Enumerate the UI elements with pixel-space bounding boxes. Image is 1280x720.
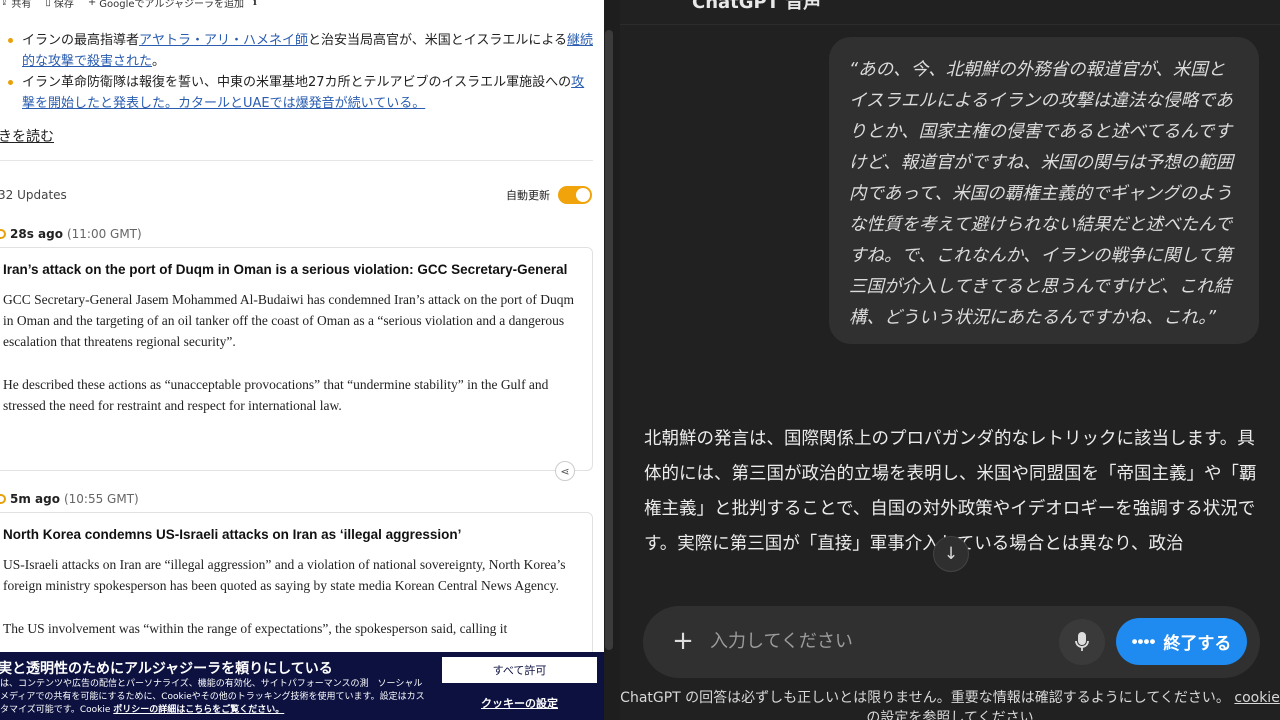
share-post-button[interactable]: ⋖ xyxy=(555,461,575,481)
cookie-title: 実と透明性のためにアルジャジーラを頼りにしている xyxy=(0,661,333,677)
save-action[interactable]: ▯ 保存 xyxy=(45,0,74,10)
composer: + •••• 終了する xyxy=(643,606,1260,678)
cookie-body: は、コンテンツや広告の配信とパーソナライズ、機能の有効化、サイトパフォーマンスの… xyxy=(0,678,430,717)
share-action[interactable]: ⇪ 共有 xyxy=(0,0,31,10)
microphone-icon xyxy=(1075,632,1089,651)
add-attachment-button[interactable]: + xyxy=(667,625,699,657)
disclaimer-text: ChatGPT の回答は必ずしも正しいとは限りません。重要な情報は確認するように… xyxy=(620,690,1230,706)
end-voice-label: 終了する xyxy=(1163,634,1232,653)
auto-update-toggle[interactable] xyxy=(558,186,592,204)
save-label: 保存 xyxy=(53,0,74,10)
add-google-label: Googleでアルジャジーラを追加 xyxy=(99,0,244,10)
message-input[interactable] xyxy=(710,626,1040,656)
post-paragraph: GCC Secretary-General Jasem Mohammed Al-… xyxy=(3,292,574,349)
post-paragraph: He described these actions as “unaccepta… xyxy=(3,377,549,413)
post-paragraph: US-Israeli attacks on Iran are “illegal … xyxy=(3,557,566,593)
post-paragraph: The US involvement was “within the range… xyxy=(3,621,508,636)
post-timestamp: 5m ago (10:55 GMT) xyxy=(0,492,139,506)
post-title[interactable]: Iran’s attack on the port of Duqm in Oma… xyxy=(3,262,582,277)
chat-title: ChatGPT 音声 xyxy=(692,0,822,13)
chat-pane: ChatGPT 音声 “あの、今、北朝鮮の外務省の報道官が、米国とイスラエルによ… xyxy=(620,0,1280,720)
add-google-action[interactable]: + Googleでアルジャジーラを追加 ℹ xyxy=(88,0,257,10)
divider xyxy=(0,160,593,161)
info-icon[interactable]: ℹ xyxy=(253,0,257,8)
live-dot-icon xyxy=(0,229,6,239)
bookmark-icon: ▯ xyxy=(45,0,51,8)
dots-icon: •••• xyxy=(1131,631,1156,651)
plus-icon: + xyxy=(672,626,694,656)
cookie-policy-link[interactable]: ポリシーの詳細はこちらをご覧ください。 xyxy=(113,705,284,715)
post-timestamp: 28s ago (11:00 GMT) xyxy=(0,227,142,241)
share-icon: ⋖ xyxy=(560,464,570,478)
post-ago: 28s ago xyxy=(10,227,63,241)
disclaimer: ChatGPT の回答は必ずしも正しいとは限りません。重要な情報は確認するように… xyxy=(620,688,1280,720)
key-point: イランの最高指導者アヤトラ・アリ・ハメネイ師と治安当局高官が、米国とイスラエルに… xyxy=(8,30,593,72)
live-dot-icon xyxy=(0,494,6,504)
news-pane: ⇪ 共有 ▯ 保存 + Googleでアルジャジーラを追加 ℹ イランの最高指導者アヤト… xyxy=(0,0,604,720)
read-more-link[interactable]: きを読む xyxy=(0,126,54,146)
key-point-link[interactable]: アヤトラ・アリ・ハメネイ師 xyxy=(139,33,308,48)
key-point-text: イラン革命防衛隊は報復を誓い、中東の米軍基地27カ所とテルアビブのイスラエル軍施… xyxy=(22,75,572,90)
header-divider xyxy=(620,24,1280,25)
key-point-text: 。 xyxy=(152,54,166,69)
plus-icon: + xyxy=(87,0,97,8)
share-label: 共有 xyxy=(11,0,32,10)
user-message-text: “あの、今、北朝鮮の外務省の報道官が、米国とイスラエルによるイランの攻撃は違法な… xyxy=(849,60,1234,328)
allow-all-button[interactable]: すべて許可 xyxy=(442,657,597,683)
end-voice-button[interactable]: •••• 終了する xyxy=(1116,618,1247,665)
key-point-text: イランの最高指導者 xyxy=(22,33,140,48)
post-gmt: (10:55 GMT) xyxy=(63,492,139,506)
post-ago: 5m ago xyxy=(10,492,60,506)
scroll-to-bottom-button[interactable]: ↓ xyxy=(933,536,969,572)
key-point-text: と治安当局高官が、米国とイスラエルによる xyxy=(308,33,567,48)
post-gmt: (11:00 GMT) xyxy=(66,227,142,241)
microphone-button[interactable] xyxy=(1059,619,1105,665)
key-point: イラン革命防衛隊は報復を誓い、中東の米軍基地27カ所とテルアビブのイスラエル軍施… xyxy=(8,72,593,114)
scrollbar-thumb[interactable] xyxy=(605,30,613,650)
updates-count: 32 Updates xyxy=(0,188,67,202)
post-title[interactable]: North Korea condemns US-Israeli attacks … xyxy=(3,527,582,542)
cookie-settings-link[interactable]: クッキーの設定 xyxy=(442,695,597,711)
share-icon: ⇪ xyxy=(0,0,9,8)
user-message-bubble: “あの、今、北朝鮮の外務省の報道官が、米国とイスラエルによるイランの攻撃は違法な… xyxy=(829,37,1259,344)
auto-update-control: 自動更新 xyxy=(506,186,592,204)
arrow-down-icon: ↓ xyxy=(943,544,959,564)
article-toolbar: ⇪ 共有 ▯ 保存 + Googleでアルジャジーラを追加 ℹ xyxy=(0,0,257,10)
live-post-card: Iran’s attack on the port of Duqm in Oma… xyxy=(0,247,593,471)
auto-update-label: 自動更新 xyxy=(506,189,550,202)
key-points-list: イランの最高指導者アヤトラ・アリ・ハメネイ師と治安当局高官が、米国とイスラエルに… xyxy=(8,30,593,114)
